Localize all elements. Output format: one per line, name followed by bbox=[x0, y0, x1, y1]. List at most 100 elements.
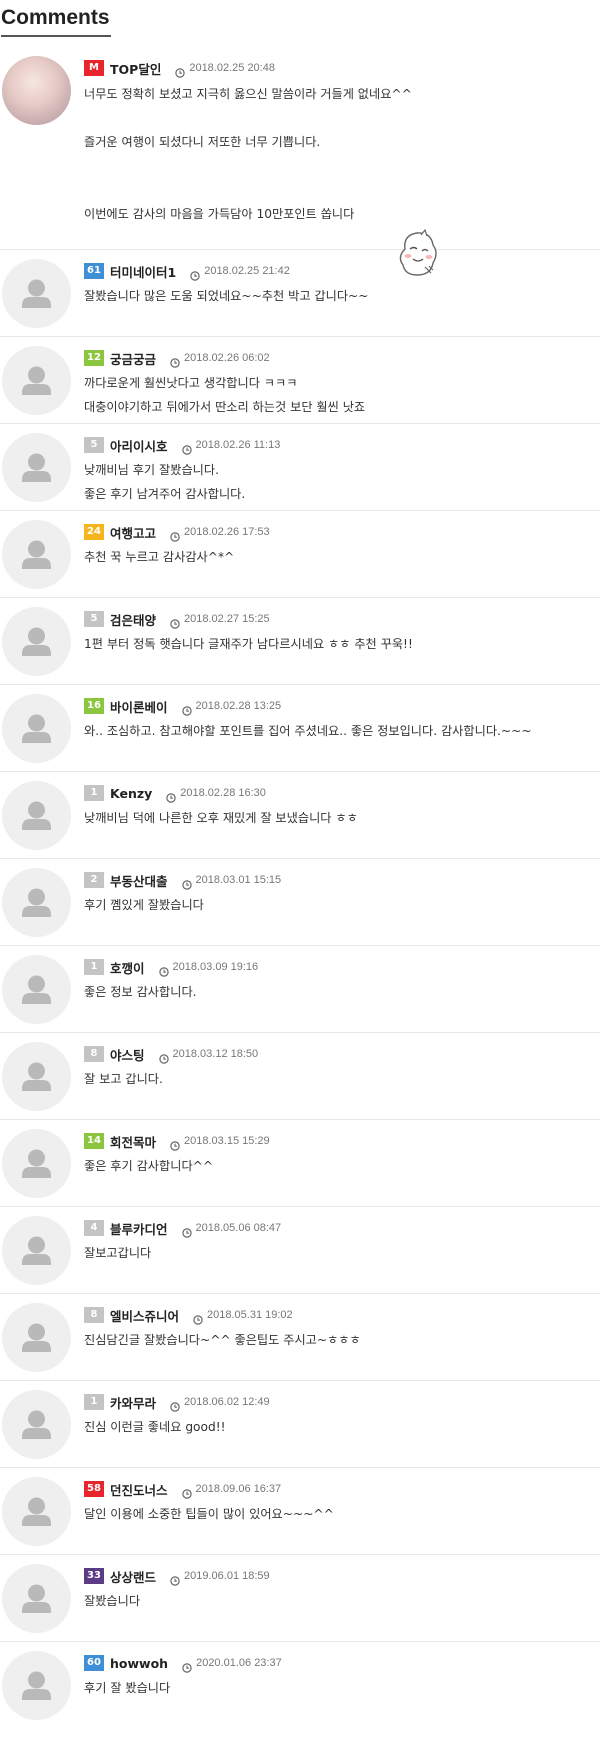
avatar[interactable] bbox=[2, 520, 71, 589]
comment-date: 2018.02.25 20:48 bbox=[189, 62, 275, 74]
level-badge: 8 bbox=[84, 1046, 104, 1062]
comment-header: 24 여행고고 2018.02.26 17:53 bbox=[84, 523, 270, 542]
clock-icon bbox=[181, 440, 192, 455]
clock-icon bbox=[170, 527, 180, 542]
avatar[interactable] bbox=[2, 1477, 71, 1546]
avatar[interactable] bbox=[2, 56, 71, 125]
comment-date: 2018.03.12 18:50 bbox=[172, 1048, 259, 1060]
avatar[interactable] bbox=[2, 781, 71, 850]
avatar[interactable] bbox=[2, 1303, 71, 1372]
clock-icon bbox=[181, 701, 192, 716]
comment-header: 8 엘비스쥬니어 2018.05.31 19:02 bbox=[84, 1306, 293, 1325]
author-name[interactable]: 호깽이 bbox=[110, 958, 145, 977]
user-icon bbox=[22, 1497, 51, 1526]
comment-text-line: 잘 보고 갑니다. bbox=[84, 1072, 163, 1086]
comment-date: 2018.02.26 17:53 bbox=[184, 526, 270, 538]
author-name[interactable]: 여행고고 bbox=[110, 523, 156, 542]
avatar[interactable] bbox=[2, 868, 71, 937]
comment-item: 1 호깽이 2018.03.09 19:16 좋은 정보 감사합니다. bbox=[0, 946, 600, 1033]
comment-date: 2018.02.25 21:42 bbox=[204, 265, 290, 277]
avatar[interactable] bbox=[2, 1390, 71, 1459]
comment-body: 낮깨비님 후기 잘봤습니다. 좋은 후기 남겨주어 감사합니다. bbox=[84, 458, 245, 506]
comment-header: 14 회전목마 2018.03.15 15:29 bbox=[84, 1132, 270, 1151]
comment-body: 낮깨비님 덕에 나른한 오후 재밌게 잘 보냈습니다 ㅎㅎ bbox=[84, 806, 358, 830]
avatar[interactable] bbox=[2, 1564, 71, 1633]
comment-text-line: 잘보고갑니다 bbox=[84, 1246, 152, 1260]
comment-item: M TOP달인 2018.02.25 20:48 너무도 정확히 보셨고 지극히 옳으… bbox=[0, 37, 600, 276]
author-name[interactable]: 바이론베이 bbox=[110, 697, 168, 716]
author-name[interactable]: 검은태양 bbox=[110, 610, 156, 629]
level-badge: 1 bbox=[84, 959, 104, 975]
user-icon bbox=[22, 366, 51, 395]
clock-icon bbox=[190, 266, 200, 281]
comment-text-line: 잘봤습니다 bbox=[84, 1594, 141, 1608]
clock-icon bbox=[182, 1658, 192, 1673]
author-name[interactable]: 야스팅 bbox=[110, 1045, 145, 1064]
author-name[interactable]: 카와무라 bbox=[110, 1393, 156, 1412]
comment-header: 58 던진도너스 2018.09.06 16:37 bbox=[84, 1480, 281, 1499]
comments-title: Comments bbox=[1, 6, 110, 29]
comment-item: 1 카와무라 2018.06.02 12:49 진심 이런글 좋네요 good!! bbox=[0, 1381, 600, 1468]
comment-date: 2018.02.26 11:13 bbox=[195, 439, 281, 451]
author-name[interactable]: 아리이시호 bbox=[110, 436, 168, 455]
avatar[interactable] bbox=[2, 1651, 71, 1720]
comment-text-line: 진심 이런글 좋네요 good!! bbox=[84, 1420, 226, 1434]
author-name[interactable]: 회전목마 bbox=[110, 1132, 156, 1151]
level-badge: 61 bbox=[84, 263, 104, 279]
avatar[interactable] bbox=[2, 346, 71, 415]
comment-body: 잘봤습니다 많은 도움 되었네요~~추천 박고 갑니다~~ bbox=[84, 284, 368, 308]
author-name[interactable]: howwoh bbox=[110, 1656, 168, 1671]
comment-header: 5 아리이시호 2018.02.26 11:13 bbox=[84, 436, 281, 455]
comment-body: 진심담긴글 잘봤습니다~^^ 좋은팁도 주시고~ㅎㅎㅎ bbox=[84, 1328, 361, 1352]
comment-text-line bbox=[84, 106, 412, 130]
author-name[interactable]: 궁금궁금 bbox=[110, 349, 156, 368]
comment-text-line: 와.. 조심하고. 참고해야할 포인트를 집어 주셨네요.. 좋은 정보입니다.… bbox=[84, 724, 532, 738]
avatar[interactable] bbox=[2, 1129, 71, 1198]
comment-text-line: 잘봤습니다 많은 도움 되었네요~~추천 박고 갑니다~~ bbox=[84, 289, 369, 303]
comment-body: 잘봤습니다 bbox=[84, 1589, 140, 1613]
clock-icon bbox=[158, 1049, 169, 1064]
level-badge: 58 bbox=[84, 1481, 104, 1497]
author-name[interactable]: 블루카디언 bbox=[110, 1219, 168, 1238]
author-name[interactable]: 엘비스쥬니어 bbox=[110, 1306, 179, 1325]
comment-text-line: 즐거운 여행이 되셨다니 저또한 너무 기쁩니다. bbox=[84, 135, 321, 149]
author-name[interactable]: TOP달인 bbox=[110, 59, 161, 78]
comment-body: 후기 잘 봤습니다 bbox=[84, 1676, 170, 1700]
comment-item: 2 부동산대출 2018.03.01 15:15 후기 꼠있게 잘봤습니다 bbox=[0, 859, 600, 946]
avatar[interactable] bbox=[2, 607, 71, 676]
avatar[interactable] bbox=[2, 1216, 71, 1285]
comment-text-line: 좋은 후기 남겨주어 감사합니다. bbox=[84, 487, 246, 501]
comment-item: 33 상상랜드 2019.06.01 18:59 잘봤습니다 bbox=[0, 1555, 600, 1642]
comment-text-line bbox=[84, 178, 412, 202]
comment-date: 2018.02.26 06:02 bbox=[184, 352, 270, 364]
user-icon bbox=[22, 1062, 51, 1091]
avatar[interactable] bbox=[2, 1042, 71, 1111]
user-icon bbox=[22, 888, 51, 917]
comment-item: 1 Kenzy 2018.02.28 16:30 낮깨비님 덕에 나른한 오후 재밌게… bbox=[0, 772, 600, 859]
user-icon bbox=[22, 1671, 51, 1700]
comment-date: 2018.05.06 08:47 bbox=[195, 1222, 282, 1234]
level-badge: 2 bbox=[84, 872, 104, 888]
level-badge: M bbox=[84, 60, 104, 76]
level-badge: 14 bbox=[84, 1133, 104, 1149]
comment-body: 까다로운게 훨씬낫다고 생각합니다 ㅋㅋㅋ 대충이야기하고 뒤에가서 딴소리 하는… bbox=[84, 371, 365, 419]
author-name[interactable]: Kenzy bbox=[110, 786, 152, 801]
author-name[interactable]: 상상랜드 bbox=[110, 1567, 156, 1586]
comment-item: 5 검은태양 2018.02.27 15:25 1편 부터 정독 햇습니다 글재주가 … bbox=[0, 598, 600, 685]
level-badge: 33 bbox=[84, 1568, 104, 1584]
clock-icon bbox=[158, 962, 169, 977]
author-name[interactable]: 부동산대출 bbox=[110, 871, 168, 890]
author-name[interactable]: 던진도너스 bbox=[110, 1480, 168, 1499]
author-name[interactable]: 터미네이터1 bbox=[110, 262, 176, 281]
comment-item: 61 터미네이터1 2018.02.25 21:42 잘봤습니다 많은 도움 되었네요… bbox=[0, 250, 600, 337]
comment-list: M TOP달인 2018.02.25 20:48 너무도 정확히 보셨고 지극히 옳으… bbox=[0, 37, 600, 1747]
avatar[interactable] bbox=[2, 259, 71, 328]
avatar[interactable] bbox=[2, 955, 71, 1024]
clock-icon bbox=[181, 1223, 192, 1238]
comment-item: 5 아리이시호 2018.02.26 11:13 낮깨비님 후기 잘봤습니다. 좋은 후… bbox=[0, 424, 600, 511]
comment-body: 후기 꼠있게 잘봤습니다 bbox=[84, 893, 204, 917]
avatar[interactable] bbox=[2, 433, 71, 502]
comment-text-line: 좋은 정보 감사합니다. bbox=[84, 985, 197, 999]
avatar[interactable] bbox=[2, 694, 71, 763]
comment-text-line: 너무도 정확히 보셨고 지극히 옳으신 말씀이라 거들게 없네요^^ bbox=[84, 87, 412, 101]
